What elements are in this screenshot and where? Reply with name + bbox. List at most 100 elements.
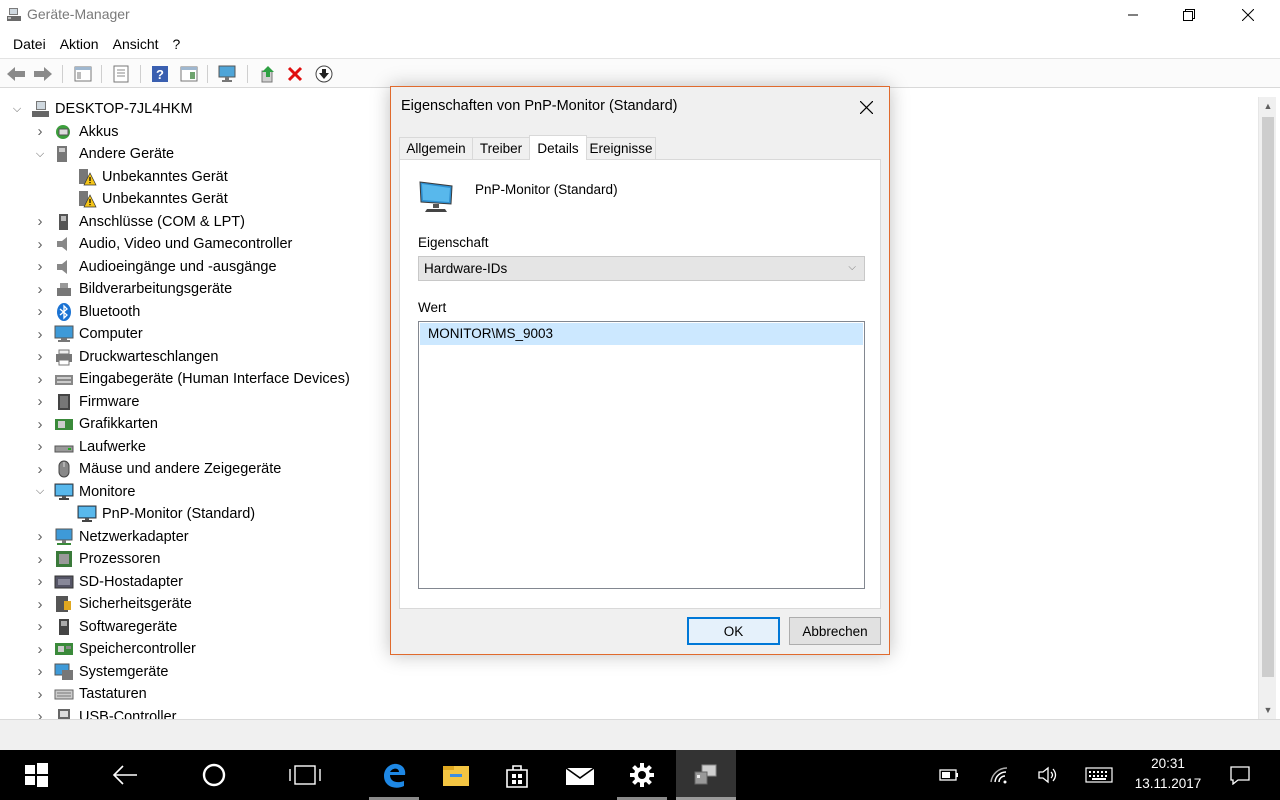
menu-help[interactable]: ? [166, 36, 188, 52]
mail-taskbar-button[interactable] [555, 750, 605, 800]
chevron-right-icon[interactable]: › [34, 461, 46, 478]
touch-keyboard-tray-button[interactable] [1082, 750, 1116, 800]
chevron-right-icon[interactable]: › [34, 213, 46, 230]
uninstall-device-button[interactable] [284, 63, 306, 85]
battery-tray-button[interactable] [934, 750, 964, 800]
tree-category-item[interactable]: › Netzwerkadapter [38, 526, 189, 548]
tree-category-item[interactable]: › USB-Controller [38, 706, 177, 719]
restore-button[interactable] [1166, 0, 1212, 30]
chevron-right-icon[interactable]: › [34, 303, 46, 320]
tree-category-item[interactable]: › Softwaregeräte [38, 616, 178, 638]
chevron-right-icon[interactable]: › [34, 438, 46, 455]
back-taskbar-button[interactable] [100, 750, 150, 800]
chevron-right-icon[interactable]: › [34, 393, 46, 410]
tree-category-item[interactable]: › Firmware [38, 391, 140, 413]
tab-general[interactable]: Allgemein [399, 137, 473, 159]
chevron-down-icon[interactable]: ⌵ [34, 148, 46, 160]
chevron-right-icon[interactable]: › [34, 551, 46, 568]
chevron-right-icon[interactable]: › [34, 641, 46, 658]
tab-events[interactable]: Ereignisse [586, 137, 656, 159]
back-button[interactable] [5, 63, 27, 85]
tab-details[interactable]: Details [529, 135, 587, 160]
scan-hardware-button[interactable] [217, 63, 239, 85]
chevron-right-icon[interactable]: › [34, 416, 46, 433]
tree-category-item[interactable]: › Systemgeräte [38, 661, 168, 683]
help-button[interactable]: ? [149, 63, 171, 85]
value-listbox[interactable]: MONITOR\MS_9003 [418, 321, 865, 589]
action-center-button[interactable] [1222, 750, 1258, 800]
chevron-right-icon[interactable]: › [34, 573, 46, 590]
forward-button[interactable] [32, 63, 54, 85]
tab-driver[interactable]: Treiber [472, 137, 530, 159]
tree-category-item[interactable]: › Eingabegeräte (Human Interface Devices) [38, 368, 350, 390]
menu-action[interactable]: Aktion [53, 36, 106, 52]
tree-root[interactable]: ⌵ DESKTOP-7JL4HKM [3, 98, 193, 120]
start-button[interactable] [11, 750, 61, 800]
dialog-close-button[interactable] [849, 93, 883, 121]
tree-category-item[interactable]: › Tastaturen [38, 683, 147, 705]
minimize-button[interactable] [1110, 0, 1156, 30]
vertical-scrollbar[interactable]: ▲ ▼ [1258, 97, 1276, 719]
task-view-button[interactable] [280, 750, 330, 800]
chevron-right-icon[interactable]: › [34, 348, 46, 365]
cortana-button[interactable] [189, 750, 239, 800]
tree-category-item[interactable]: › Speichercontroller [38, 638, 196, 660]
scroll-up-icon[interactable]: ▲ [1259, 97, 1277, 115]
tree-category-item[interactable]: › Laufwerke [38, 436, 146, 458]
tree-category-item[interactable]: › Anschlüsse (COM & LPT) [38, 211, 246, 233]
ok-button[interactable]: OK [687, 617, 780, 645]
menu-file[interactable]: Datei [6, 36, 53, 52]
chevron-right-icon[interactable]: › [34, 596, 46, 613]
menu-view[interactable]: Ansicht [106, 36, 166, 52]
settings-taskbar-button[interactable] [617, 750, 667, 800]
tree-category-item[interactable]: › Computer [38, 323, 143, 345]
property-select[interactable]: Hardware-IDs ⌵ [418, 256, 865, 281]
tree-category-item[interactable]: › SD-Hostadapter [38, 571, 183, 593]
taskbar-clock[interactable]: 20:31 13.11.2017 [1118, 754, 1218, 794]
chevron-right-icon[interactable]: › [34, 686, 46, 703]
tree-category-item[interactable]: ⌵ Andere Geräte [36, 143, 174, 165]
scrollbar-thumb[interactable] [1262, 117, 1274, 677]
tree-child-item[interactable]: Unbekanntes Gerät [77, 166, 228, 188]
volume-tray-button[interactable] [1033, 750, 1063, 800]
chevron-down-icon[interactable]: ⌵ [11, 103, 23, 115]
tree-child-item[interactable]: Unbekanntes Gerät [77, 188, 228, 210]
chevron-right-icon[interactable]: › [34, 663, 46, 680]
tree-category-item[interactable]: › Audioeingänge und -ausgänge [38, 256, 277, 278]
tree-category-item[interactable]: › Akkus [38, 121, 119, 143]
store-taskbar-button[interactable] [492, 750, 542, 800]
network-tray-button[interactable] [984, 750, 1014, 800]
update-driver-button[interactable] [257, 63, 279, 85]
tree-child-item[interactable]: PnP-Monitor (Standard) [77, 503, 255, 525]
edge-taskbar-button[interactable] [369, 750, 419, 800]
list-item[interactable]: MONITOR\MS_9003 [420, 323, 863, 345]
explorer-taskbar-button[interactable] [431, 750, 481, 800]
tree-category-item[interactable]: › Prozessoren [38, 548, 161, 570]
show-hide-console-tree-button[interactable] [72, 63, 94, 85]
action-pane-button[interactable] [178, 63, 200, 85]
chevron-right-icon[interactable]: › [34, 326, 46, 343]
cancel-button[interactable]: Abbrechen [789, 617, 881, 645]
chevron-right-icon[interactable]: › [34, 123, 46, 140]
chevron-right-icon[interactable]: › [34, 281, 46, 298]
chevron-right-icon[interactable]: › [34, 708, 46, 719]
tree-category-item[interactable]: › Audio, Video und Gamecontroller [38, 233, 293, 255]
chevron-down-icon[interactable]: ⌵ [34, 485, 46, 498]
tree-category-item[interactable]: › Bildverarbeitungsgeräte [38, 278, 233, 300]
tree-category-item[interactable]: ⌵ Monitore [36, 481, 135, 503]
chevron-right-icon[interactable]: › [34, 236, 46, 253]
properties-button[interactable] [110, 63, 132, 85]
tree-category-item[interactable]: › Druckwarteschlangen [38, 346, 218, 368]
close-window-button[interactable] [1225, 0, 1271, 30]
tree-category-item[interactable]: › Bluetooth [38, 301, 140, 323]
disable-device-button[interactable] [313, 63, 335, 85]
tree-category-item[interactable]: › Grafikkarten [38, 413, 158, 435]
chevron-right-icon[interactable]: › [34, 618, 46, 635]
chevron-right-icon[interactable]: › [34, 371, 46, 388]
tree-category-item[interactable]: › Sicherheitsgeräte [38, 593, 192, 615]
scroll-down-icon[interactable]: ▼ [1259, 701, 1277, 719]
chevron-right-icon[interactable]: › [34, 258, 46, 275]
tree-category-item[interactable]: › Mäuse und andere Zeigegeräte [38, 458, 281, 480]
chevron-right-icon[interactable]: › [34, 528, 46, 545]
device-manager-taskbar-button[interactable] [676, 750, 736, 800]
